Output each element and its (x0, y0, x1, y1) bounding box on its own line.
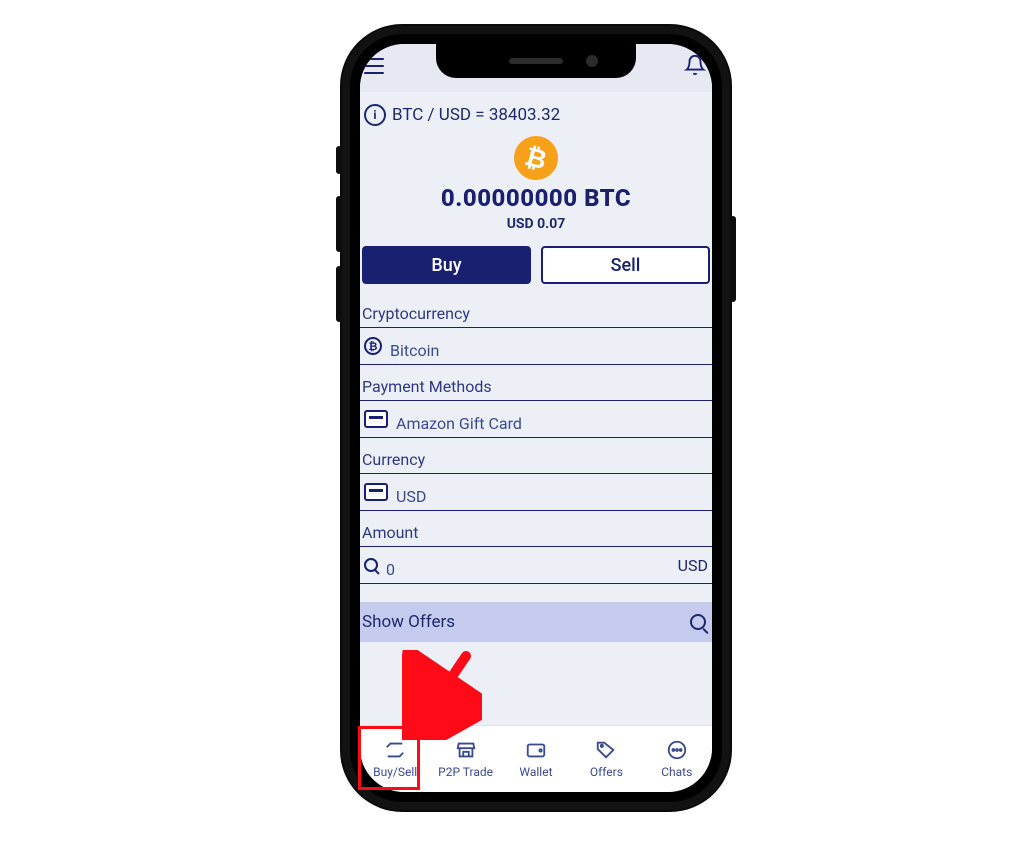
cryptocurrency-field-group: Cryptocurrency ₿ Bitcoin (360, 298, 712, 365)
payment-label: Payment Methods (360, 371, 712, 400)
mute-switch (336, 146, 342, 174)
app-body: i BTC / USD = 38403.32 ₿ 0.00000000 BTC … (360, 92, 712, 642)
bitcoin-mini-icon: ₿ (364, 337, 382, 355)
exchange-rate-row: i BTC / USD = 38403.32 (360, 100, 712, 136)
amount-suffix: USD (678, 556, 708, 575)
power-button (730, 216, 736, 302)
cryptocurrency-selector[interactable]: ₿ Bitcoin (360, 327, 712, 365)
amount-field-group: Amount 0 USD (360, 517, 712, 584)
search-icon (364, 558, 378, 572)
buy-button[interactable]: Buy (362, 246, 531, 284)
amount-value: 0 (386, 560, 395, 579)
payment-method-value: Amazon Gift Card (396, 414, 522, 433)
show-offers-button[interactable]: Show Offers (360, 602, 712, 642)
currency-label: Currency (360, 444, 712, 473)
chat-icon (666, 739, 688, 761)
annotation-arrow-icon (402, 650, 482, 740)
menu-button[interactable] (364, 58, 384, 74)
volume-up-button (336, 196, 342, 252)
nav-wallet-label: Wallet (519, 765, 552, 779)
card-icon (364, 483, 388, 501)
payment-method-selector[interactable]: Amazon Gift Card (360, 400, 712, 438)
volume-down-button (336, 266, 342, 322)
bitcoin-icon: ₿ (509, 131, 563, 185)
notch (436, 44, 636, 78)
buy-button-label: Buy (431, 255, 461, 276)
buy-sell-toggle: Buy Sell (360, 246, 712, 298)
tag-icon (595, 739, 617, 761)
nav-p2p-label: P2P Trade (438, 765, 493, 779)
front-camera (586, 55, 598, 67)
currency-selector[interactable]: USD (360, 473, 712, 511)
search-icon (690, 614, 706, 630)
wallet-icon (525, 739, 547, 761)
currency-value: USD (396, 487, 426, 506)
sell-button[interactable]: Sell (541, 246, 710, 284)
info-icon[interactable]: i (364, 104, 386, 126)
sell-button-label: Sell (611, 255, 641, 276)
amount-input[interactable]: 0 USD (360, 546, 712, 584)
store-icon (455, 739, 477, 761)
amount-label: Amount (360, 517, 712, 546)
nav-offers[interactable]: Offers (576, 739, 636, 779)
show-offers-label: Show Offers (362, 612, 455, 632)
payment-field-group: Payment Methods Amazon Gift Card (360, 371, 712, 438)
notifications-button[interactable] (684, 54, 706, 80)
nav-wallet[interactable]: Wallet (506, 739, 566, 779)
nav-chats-label: Chats (661, 765, 692, 779)
nav-p2p-trade[interactable]: P2P Trade (436, 739, 496, 779)
nav-offers-label: Offers (590, 765, 623, 779)
phone-frame: i BTC / USD = 38403.32 ₿ 0.00000000 BTC … (342, 26, 730, 810)
cryptocurrency-value: Bitcoin (390, 341, 439, 360)
exchange-rate-text: BTC / USD = 38403.32 (392, 105, 560, 125)
nav-chats[interactable]: Chats (647, 739, 707, 779)
balance-fiat: USD 0.07 (360, 216, 712, 232)
speaker-slot (509, 58, 563, 64)
currency-field-group: Currency USD (360, 444, 712, 511)
balance-crypto: 0.00000000 BTC (360, 184, 712, 212)
cryptocurrency-label: Cryptocurrency (360, 298, 712, 327)
card-icon (364, 410, 388, 428)
